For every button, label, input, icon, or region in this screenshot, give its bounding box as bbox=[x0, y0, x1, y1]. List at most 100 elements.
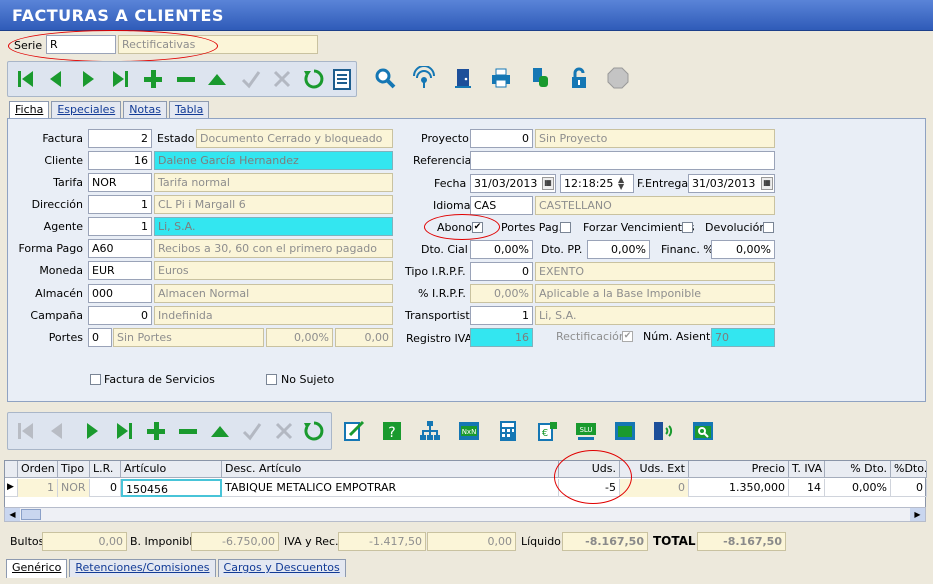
refresh-button[interactable] bbox=[301, 65, 327, 93]
last-record-button[interactable] bbox=[107, 65, 133, 93]
exit-button[interactable] bbox=[450, 64, 476, 92]
next-record-button[interactable] bbox=[75, 65, 101, 93]
cliente-field[interactable]: 16 bbox=[88, 151, 152, 170]
direccion-field[interactable]: 1 bbox=[88, 195, 152, 214]
cell-orden[interactable]: 1 bbox=[18, 479, 58, 497]
cell-desc-articulo[interactable]: TABIQUE METALICO EMPOTRAR bbox=[222, 479, 559, 497]
proyecto-field[interactable]: 0 bbox=[470, 129, 533, 148]
almacen-field[interactable]: 000 bbox=[88, 284, 152, 303]
cell-tipo[interactable]: NOR bbox=[58, 479, 90, 497]
header-desc-articulo[interactable]: Desc. Artículo bbox=[222, 461, 559, 478]
time-spinner-icon[interactable]: ▲ ▼ bbox=[618, 176, 624, 191]
factura-field[interactable]: 2 bbox=[88, 129, 152, 148]
help-line-button[interactable]: ? bbox=[379, 417, 405, 445]
lines-previous-button[interactable] bbox=[44, 417, 70, 445]
dto-cial-field[interactable]: 0,00% bbox=[470, 240, 533, 259]
confirm-button[interactable] bbox=[238, 65, 264, 93]
header-articulo[interactable]: Artículo bbox=[121, 461, 222, 478]
direccion-label: Dirección bbox=[31, 198, 83, 211]
touch-button[interactable] bbox=[527, 64, 553, 92]
header-t-iva[interactable]: T. IVA bbox=[789, 461, 825, 478]
list-view-button[interactable] bbox=[329, 65, 355, 93]
print-button[interactable] bbox=[488, 64, 514, 92]
cancel-button[interactable] bbox=[269, 65, 295, 93]
forzar-vencimientos-checkbox[interactable] bbox=[682, 222, 693, 233]
cell-articulo[interactable]: 150456 bbox=[121, 479, 222, 497]
header-dto2[interactable]: %Dto.2 bbox=[891, 461, 927, 478]
factura-servicios-checkbox[interactable] bbox=[90, 374, 101, 385]
tab-generico[interactable]: Genérico bbox=[6, 559, 68, 578]
tab-tabla[interactable]: Tabla bbox=[168, 101, 210, 119]
slu-button[interactable]: SLU bbox=[573, 417, 599, 445]
horizontal-scrollbar[interactable]: ◀ ▶ bbox=[4, 507, 926, 522]
dto-pp-field[interactable]: 0,00% bbox=[587, 240, 650, 259]
cell-precio[interactable]: 1.350,000 bbox=[689, 479, 789, 497]
tab-retenciones[interactable]: Retenciones/Comisiones bbox=[69, 559, 216, 577]
idioma-field[interactable]: CAS bbox=[470, 196, 533, 215]
agente-field[interactable]: 1 bbox=[88, 217, 152, 236]
estado-field: Documento Cerrado y bloqueado bbox=[196, 129, 393, 148]
lines-navigation-toolbar bbox=[7, 412, 332, 450]
scroll-thumb[interactable] bbox=[21, 509, 41, 520]
broadcast-button[interactable] bbox=[411, 64, 437, 92]
transportista-field[interactable]: 1 bbox=[470, 306, 533, 325]
previous-record-button[interactable] bbox=[43, 65, 69, 93]
no-sujeto-checkbox[interactable] bbox=[266, 374, 277, 385]
campana-field[interactable]: 0 bbox=[88, 306, 152, 325]
lines-delete-button[interactable] bbox=[175, 417, 201, 445]
lines-next-button[interactable] bbox=[79, 417, 105, 445]
tarifa-field[interactable]: NOR bbox=[88, 173, 152, 192]
hierarchy-button[interactable] bbox=[417, 417, 443, 445]
tab-cargos[interactable]: Cargos y Descuentos bbox=[217, 559, 346, 577]
search-button[interactable] bbox=[372, 64, 398, 92]
f-entrega-calendar-icon[interactable]: ▦ bbox=[761, 177, 773, 190]
price-button[interactable]: € bbox=[535, 417, 561, 445]
moneda-field[interactable]: EUR bbox=[88, 261, 152, 280]
calculator-button[interactable] bbox=[495, 417, 521, 445]
cell-dto[interactable]: 0,00% bbox=[825, 479, 891, 497]
window-button[interactable] bbox=[612, 417, 638, 445]
registro-iva-field[interactable]: 16 bbox=[470, 328, 533, 347]
lines-last-button[interactable] bbox=[111, 417, 137, 445]
header-tipo[interactable]: Tipo bbox=[58, 461, 90, 478]
financ-field[interactable]: 0,00% bbox=[711, 240, 775, 259]
cell-dto2[interactable]: 0 bbox=[891, 479, 927, 497]
annotation-oval-uds bbox=[554, 450, 632, 504]
calculator-icon bbox=[500, 421, 516, 441]
delete-record-button[interactable] bbox=[173, 65, 199, 93]
lines-confirm-button[interactable] bbox=[239, 417, 265, 445]
cell-lr[interactable]: 0 bbox=[90, 479, 121, 497]
header-dto[interactable]: % Dto. bbox=[825, 461, 891, 478]
forma-pago-field[interactable]: A60 bbox=[88, 239, 152, 258]
scroll-left-icon[interactable]: ◀ bbox=[5, 508, 20, 521]
header-orden[interactable]: Orden bbox=[18, 461, 58, 478]
portes-pag-checkbox[interactable] bbox=[560, 222, 571, 233]
lines-add-button[interactable] bbox=[143, 417, 169, 445]
header-precio[interactable]: Precio bbox=[689, 461, 789, 478]
lines-cancel-button[interactable] bbox=[271, 417, 297, 445]
tab-notas[interactable]: Notas bbox=[123, 101, 167, 119]
edit-record-button[interactable] bbox=[204, 65, 230, 93]
referencia-field[interactable] bbox=[470, 151, 775, 170]
tipo-irpf-field[interactable]: 0 bbox=[470, 262, 533, 281]
num-asiento-field[interactable]: 70 bbox=[711, 328, 775, 347]
lines-first-button[interactable] bbox=[13, 417, 39, 445]
first-record-button[interactable] bbox=[13, 65, 39, 93]
tab-especiales[interactable]: Especiales bbox=[51, 101, 122, 119]
zoom-line-button[interactable] bbox=[690, 417, 716, 445]
scroll-right-icon[interactable]: ▶ bbox=[910, 508, 925, 521]
fecha-calendar-icon[interactable]: ▦ bbox=[542, 177, 554, 190]
wireless-button[interactable] bbox=[650, 417, 676, 445]
stop-button[interactable] bbox=[605, 64, 631, 92]
portes-field[interactable]: 0 bbox=[88, 328, 112, 347]
lines-refresh-button[interactable] bbox=[301, 417, 327, 445]
edit-line-button[interactable] bbox=[341, 417, 367, 445]
lines-edit-button[interactable] bbox=[207, 417, 233, 445]
unlock-button[interactable] bbox=[566, 64, 592, 92]
add-record-button[interactable] bbox=[140, 65, 166, 93]
door-icon bbox=[455, 69, 471, 88]
header-lr[interactable]: L.R. bbox=[90, 461, 121, 478]
cell-t-iva[interactable]: 14 bbox=[789, 479, 825, 497]
nxn-button[interactable]: NxN bbox=[456, 417, 482, 445]
devolucion-checkbox[interactable] bbox=[763, 222, 774, 233]
